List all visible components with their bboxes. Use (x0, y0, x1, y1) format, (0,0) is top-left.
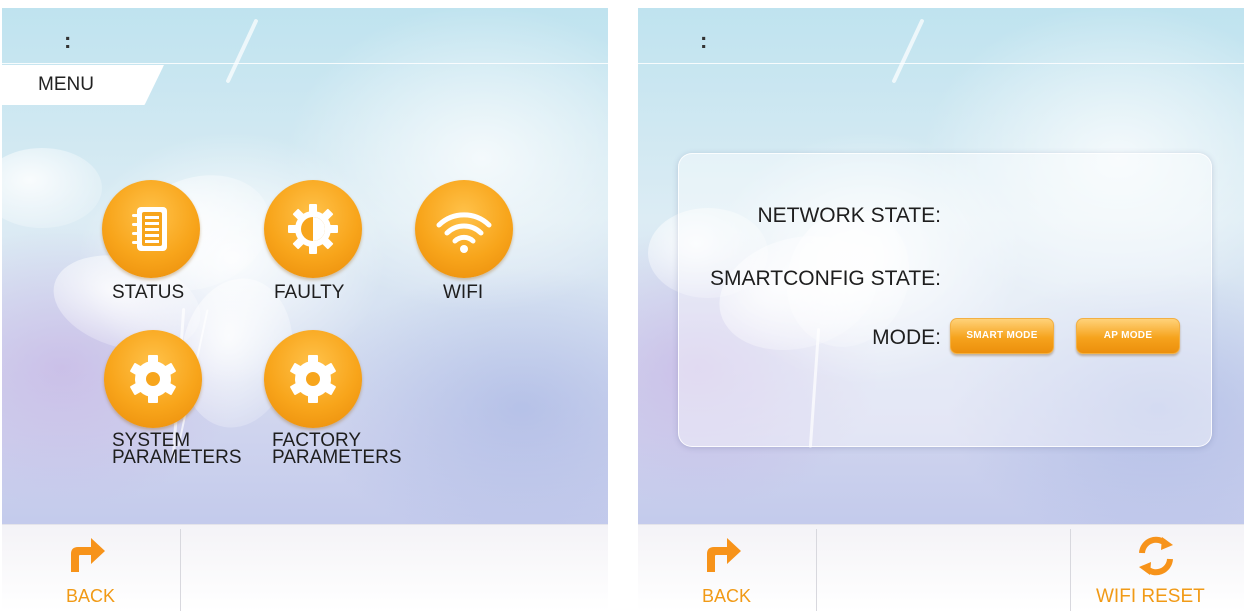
flower-stem (891, 18, 925, 84)
header-colon: : (64, 28, 72, 53)
wifi-reset-button[interactable]: WIFI RESET (1071, 525, 1244, 611)
header-divider (2, 63, 608, 64)
menu-tab-label: MENU (38, 74, 94, 95)
factory-parameters-label: FACTORY PARAMETERS (272, 431, 402, 468)
back-label: BACK (66, 586, 116, 606)
ap-mode-button[interactable]: AP MODE (1076, 318, 1180, 354)
faulty-label: FAULTY (274, 282, 345, 303)
network-state-label: NETWORK STATE: (757, 204, 941, 227)
wifi-info-panel: NETWORK STATE: SMARTCONFIG STATE: MODE: … (678, 153, 1212, 447)
flower-stem (225, 18, 259, 84)
mode-label: MODE: (872, 326, 941, 349)
refresh-icon (1139, 536, 1173, 576)
bar-divider (816, 529, 817, 611)
back-button[interactable]: BACK (2, 525, 180, 611)
bar-divider (180, 529, 181, 611)
factory-parameters-label-line2: PARAMETERS (272, 447, 402, 468)
status-button[interactable] (102, 180, 200, 278)
back-label: BACK (702, 586, 752, 606)
system-parameters-label: SYSTEM PARAMETERS (112, 431, 242, 468)
back-button[interactable]: BACK (638, 525, 816, 611)
bottom-bar: BACK WIFI RESET (638, 524, 1244, 611)
half-gear-icon (288, 204, 338, 254)
back-arrow-icon (707, 538, 741, 572)
system-parameters-button[interactable] (104, 330, 202, 428)
bottom-bar: BACK (2, 524, 608, 611)
header-divider (638, 63, 1244, 64)
smart-mode-button[interactable]: SMART MODE (950, 318, 1054, 354)
wifi-label: WIFI (443, 282, 484, 303)
header-colon: : (700, 28, 708, 53)
back-arrow-icon (71, 538, 105, 572)
status-label: STATUS (112, 282, 185, 303)
gear-icon (130, 355, 176, 403)
smartconfig-state-label: SMARTCONFIG STATE: (709, 267, 941, 290)
menu-screen: : MENU STATUS FAULTY WIFI SYSTEM PARAMET… (2, 8, 608, 611)
flower-decoration (2, 148, 102, 228)
system-parameters-label-line2: PARAMETERS (112, 447, 242, 468)
factory-parameters-button[interactable] (264, 330, 362, 428)
wifi-reset-label: WIFI RESET (1096, 586, 1205, 607)
wifi-screen: : NETWORK STATE: SMARTCONFIG STATE: MODE… (638, 8, 1244, 611)
faulty-button[interactable] (264, 180, 362, 278)
notebook-icon (132, 207, 167, 251)
wifi-button[interactable] (415, 180, 513, 278)
wifi-icon (436, 212, 492, 253)
gear-icon (290, 355, 336, 403)
menu-tab: MENU (2, 65, 164, 105)
